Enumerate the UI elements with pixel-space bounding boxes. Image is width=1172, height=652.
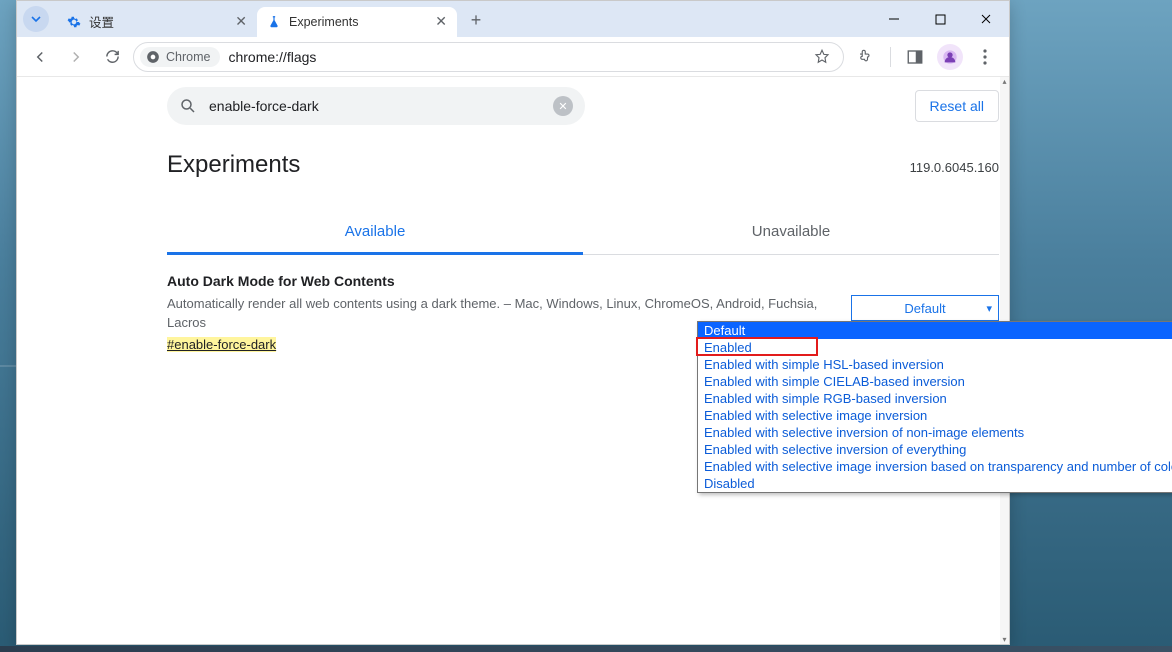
back-button[interactable] [25,42,55,72]
select-option[interactable]: Enabled with simple CIELAB-based inversi… [698,373,1172,390]
select-current-value: Default [904,301,945,316]
side-panel-button[interactable] [899,41,931,73]
chrome-logo-icon [146,50,160,64]
tab-unavailable[interactable]: Unavailable [583,211,999,254]
toolbar: Chrome chrome://flags [17,37,1009,77]
tab-strip: 设置 ✕ Experiments ✕ + [17,1,1009,37]
bookmark-button[interactable] [811,46,833,68]
close-icon: ✕ [558,100,567,113]
close-icon[interactable]: ✕ [435,13,447,30]
select-option[interactable]: Enabled with simple RGB-based inversion [698,390,1172,407]
page-title: Experiments [167,151,300,179]
address-bar[interactable]: Chrome chrome://flags [133,42,844,72]
browser-window: 设置 ✕ Experiments ✕ + [16,0,1010,645]
clear-search-button[interactable]: ✕ [553,96,573,116]
gear-icon [67,15,81,29]
search-icon [179,97,197,115]
close-icon [980,13,992,25]
close-icon[interactable]: ✕ [235,13,247,30]
star-icon [813,48,831,66]
extensions-button[interactable] [850,41,882,73]
select-option[interactable]: Enabled with simple HSL-based inversion [698,356,1172,373]
menu-button[interactable] [969,41,1001,73]
flag-permalink[interactable]: #enable-force-dark [167,337,276,352]
select-option[interactable]: Disabled [698,475,1172,492]
window-controls [871,1,1009,37]
tab-settings[interactable]: 设置 ✕ [57,7,257,37]
forward-button[interactable] [61,42,91,72]
profile-icon [942,49,958,65]
close-window-button[interactable] [963,1,1009,37]
select-option[interactable]: Enabled with selective image inversion [698,407,1172,424]
chevron-down-icon [30,13,42,25]
arrow-right-icon [67,48,85,66]
reload-icon [104,48,121,65]
select-option[interactable]: Enabled [698,339,1172,356]
minimize-icon [888,13,900,25]
maximize-button[interactable] [917,1,963,37]
tab-title: Experiments [289,15,358,29]
search-box[interactable]: ✕ [167,87,585,125]
tab-available[interactable]: Available [167,211,583,255]
tab-title: 设置 [89,12,114,31]
new-tab-button[interactable]: + [463,7,489,33]
kebab-icon [983,49,987,65]
select-option[interactable]: Enabled with selective image inversion b… [698,458,1172,475]
select-option[interactable]: Enabled with selective inversion of ever… [698,441,1172,458]
site-identity-label: Chrome [166,50,210,64]
minimize-button[interactable] [871,1,917,37]
arrow-left-icon [31,48,49,66]
url-text: chrome://flags [228,49,803,65]
flask-icon [267,15,281,29]
scroll-up-icon: ▴ [1000,77,1009,86]
taskbar-sliver [0,646,1172,652]
reset-all-button[interactable]: Reset all [915,90,999,122]
panel-icon [906,48,924,66]
reload-button[interactable] [97,42,127,72]
tab-experiments[interactable]: Experiments ✕ [257,7,457,37]
site-identity-badge[interactable]: Chrome [140,47,220,67]
flag-value-select[interactable]: Default ▾ [851,295,999,321]
toolbar-divider [890,47,891,67]
flag-select-listbox[interactable]: DefaultEnabledEnabled with simple HSL-ba… [697,321,1172,493]
flags-tabs: Available Unavailable [167,211,999,255]
puzzle-icon [857,48,875,66]
scroll-down-icon: ▾ [1000,635,1009,644]
search-input[interactable] [207,97,543,115]
profile-avatar[interactable] [937,44,963,70]
maximize-icon [935,14,946,25]
select-option[interactable]: Enabled with selective inversion of non-… [698,424,1172,441]
chevron-down-icon: ▾ [986,302,992,315]
version-label: 119.0.6045.160 [910,160,999,175]
flag-title: Auto Dark Mode for Web Contents [167,273,827,289]
select-option[interactable]: Default [698,322,1172,339]
tabs-dropdown-button[interactable] [23,6,49,32]
